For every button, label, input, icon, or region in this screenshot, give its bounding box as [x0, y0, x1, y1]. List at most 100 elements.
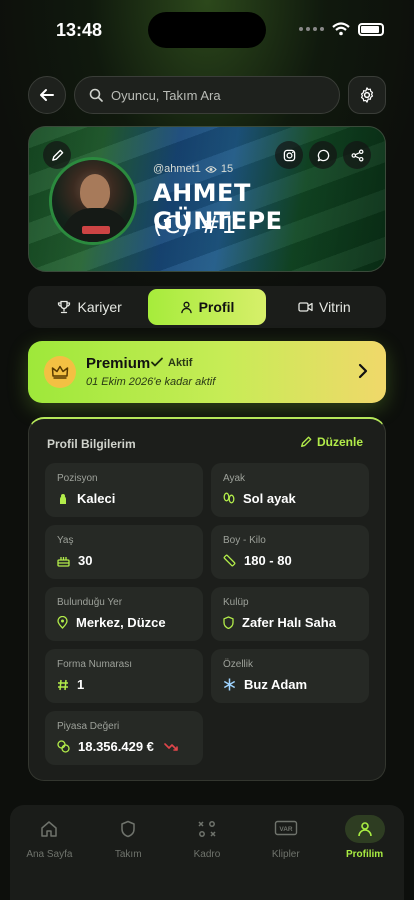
crown-icon	[44, 356, 76, 388]
user-icon	[357, 822, 372, 837]
hash-icon	[58, 679, 68, 690]
chevron-right-icon	[358, 363, 368, 379]
info-kulup[interactable]: Kulüp Zafer Halı Saha	[211, 587, 369, 641]
back-button[interactable]	[28, 76, 66, 114]
tab-vitrin[interactable]: Vitrin	[266, 289, 383, 325]
wifi-icon	[332, 22, 350, 36]
status-time: 13:48	[56, 20, 103, 40]
info-label: Forma Numarası	[57, 659, 133, 670]
info-label: Yaş	[57, 535, 74, 546]
profile-captain-number: (C) #1	[153, 211, 238, 239]
info-piyasa-degeri[interactable]: Piyasa Değeri 18.356.429 €	[45, 711, 203, 765]
settings-button[interactable]	[348, 76, 386, 114]
profile-views: 15	[220, 163, 234, 175]
signal-icon	[299, 27, 324, 31]
chat-bubble-icon	[317, 149, 329, 161]
gear-icon	[360, 87, 374, 103]
tab-profil[interactable]: Profil	[148, 289, 266, 325]
nav-label: Klipler	[271, 849, 300, 860]
profile-banner: @ahmet1 15 AHMET GÜNTEPE (C) #1	[28, 126, 386, 272]
info-value: Kaleci	[77, 491, 116, 506]
goalkeeper-icon	[60, 493, 66, 504]
nav-label: Kadro	[193, 849, 221, 860]
snowflake-icon	[223, 678, 236, 691]
nav-ana-sayfa[interactable]: Ana Sayfa	[10, 815, 89, 900]
ruler-icon	[223, 554, 236, 567]
info-label: Piyasa Değeri	[57, 721, 120, 732]
nav-label: Ana Sayfa	[26, 849, 73, 860]
premium-status: Aktif	[168, 357, 193, 369]
nav-klipler[interactable]: VAR Klipler	[246, 815, 325, 900]
info-label: Pozisyon	[57, 473, 98, 484]
profile-handle-row: @ahmet1 15	[153, 163, 233, 175]
dynamic-island	[148, 12, 266, 48]
info-value: Merkez, Düzce	[76, 615, 166, 630]
profile-info-grid: Pozisyon Kaleci Ayak Sol ayak Yaş 30 Boy…	[45, 463, 369, 765]
nav-label: Profilim	[345, 849, 384, 860]
arrow-left-icon	[40, 89, 54, 101]
info-ayak[interactable]: Ayak Sol ayak	[211, 463, 369, 517]
tab-kariyer[interactable]: Kariyer	[31, 289, 148, 325]
video-icon	[298, 302, 313, 312]
info-ozellik[interactable]: Özellik Buz Adam	[211, 649, 369, 703]
instagram-icon	[283, 149, 295, 161]
profile-info-card: Profil Bilgilerim Düzenle Pozisyon Kalec…	[28, 417, 386, 781]
info-yas[interactable]: Yaş 30	[45, 525, 203, 579]
info-forma-numarasi[interactable]: Forma Numarası 1	[45, 649, 203, 703]
avatar[interactable]	[49, 157, 137, 245]
message-button[interactable]	[309, 141, 337, 169]
home-icon	[41, 821, 58, 837]
nav-takim[interactable]: Takım	[89, 815, 168, 900]
var-icon: VAR	[274, 820, 297, 836]
info-value: Sol ayak	[243, 491, 296, 506]
profile-handle: @ahmet1	[153, 163, 201, 175]
top-bar	[28, 76, 386, 114]
info-value: 180 - 80	[244, 553, 292, 568]
info-pozisyon[interactable]: Pozisyon Kaleci	[45, 463, 203, 517]
instagram-button[interactable]	[275, 141, 303, 169]
info-label: Ayak	[223, 473, 246, 484]
trophy-icon	[58, 300, 71, 314]
nav-profilim[interactable]: Profilim	[325, 815, 404, 900]
profile-tabs: Kariyer Profil Vitrin	[28, 286, 386, 328]
info-value: 1	[77, 677, 85, 692]
edit-profile-label: Düzenle	[316, 435, 363, 449]
search-bar[interactable]	[74, 76, 340, 114]
info-value: Zafer Halı Saha	[242, 615, 336, 630]
info-value: 18.356.429 €	[78, 739, 154, 754]
info-label: Kulüp	[223, 597, 249, 608]
svg-text:VAR: VAR	[279, 826, 293, 833]
share-icon	[351, 149, 363, 161]
bottom-navigation: Ana Sayfa Takım Kadro VAR Klipler Profil…	[10, 805, 404, 900]
premium-title: Premium	[86, 355, 151, 372]
cake-icon	[57, 556, 70, 567]
trend-down-icon	[164, 742, 178, 751]
nav-kadro[interactable]: Kadro	[168, 815, 247, 900]
info-value: Buz Adam	[244, 677, 308, 692]
pencil-icon	[51, 149, 63, 161]
info-boy-kilo[interactable]: Boy - Kilo 180 - 80	[211, 525, 369, 579]
status-bar: 13:48	[0, 0, 414, 56]
tactics-icon	[198, 821, 216, 837]
pencil-icon	[301, 436, 312, 447]
status-icons	[299, 22, 384, 36]
edit-banner-button[interactable]	[43, 141, 71, 169]
info-label: Özellik	[223, 659, 254, 670]
shield-icon	[223, 616, 234, 629]
info-value: 30	[78, 553, 93, 568]
tab-kariyer-label: Kariyer	[77, 299, 122, 315]
shield-icon	[121, 820, 135, 838]
tab-profil-label: Profil	[198, 299, 235, 315]
eye-icon	[205, 165, 217, 173]
nav-label: Takım	[114, 849, 142, 860]
tab-vitrin-label: Vitrin	[318, 299, 351, 315]
premium-card[interactable]: Premium Aktif 01 Ekim 2026'e kadar aktif	[28, 341, 386, 403]
social-actions	[275, 141, 371, 169]
search-input[interactable]	[111, 87, 311, 103]
info-bulundugu-yer[interactable]: Bulunduğu Yer Merkez, Düzce	[45, 587, 203, 641]
edit-profile-button[interactable]: Düzenle	[300, 435, 363, 449]
battery-icon	[358, 22, 384, 36]
user-icon	[180, 301, 192, 313]
foot-icon	[223, 492, 235, 504]
share-button[interactable]	[343, 141, 371, 169]
